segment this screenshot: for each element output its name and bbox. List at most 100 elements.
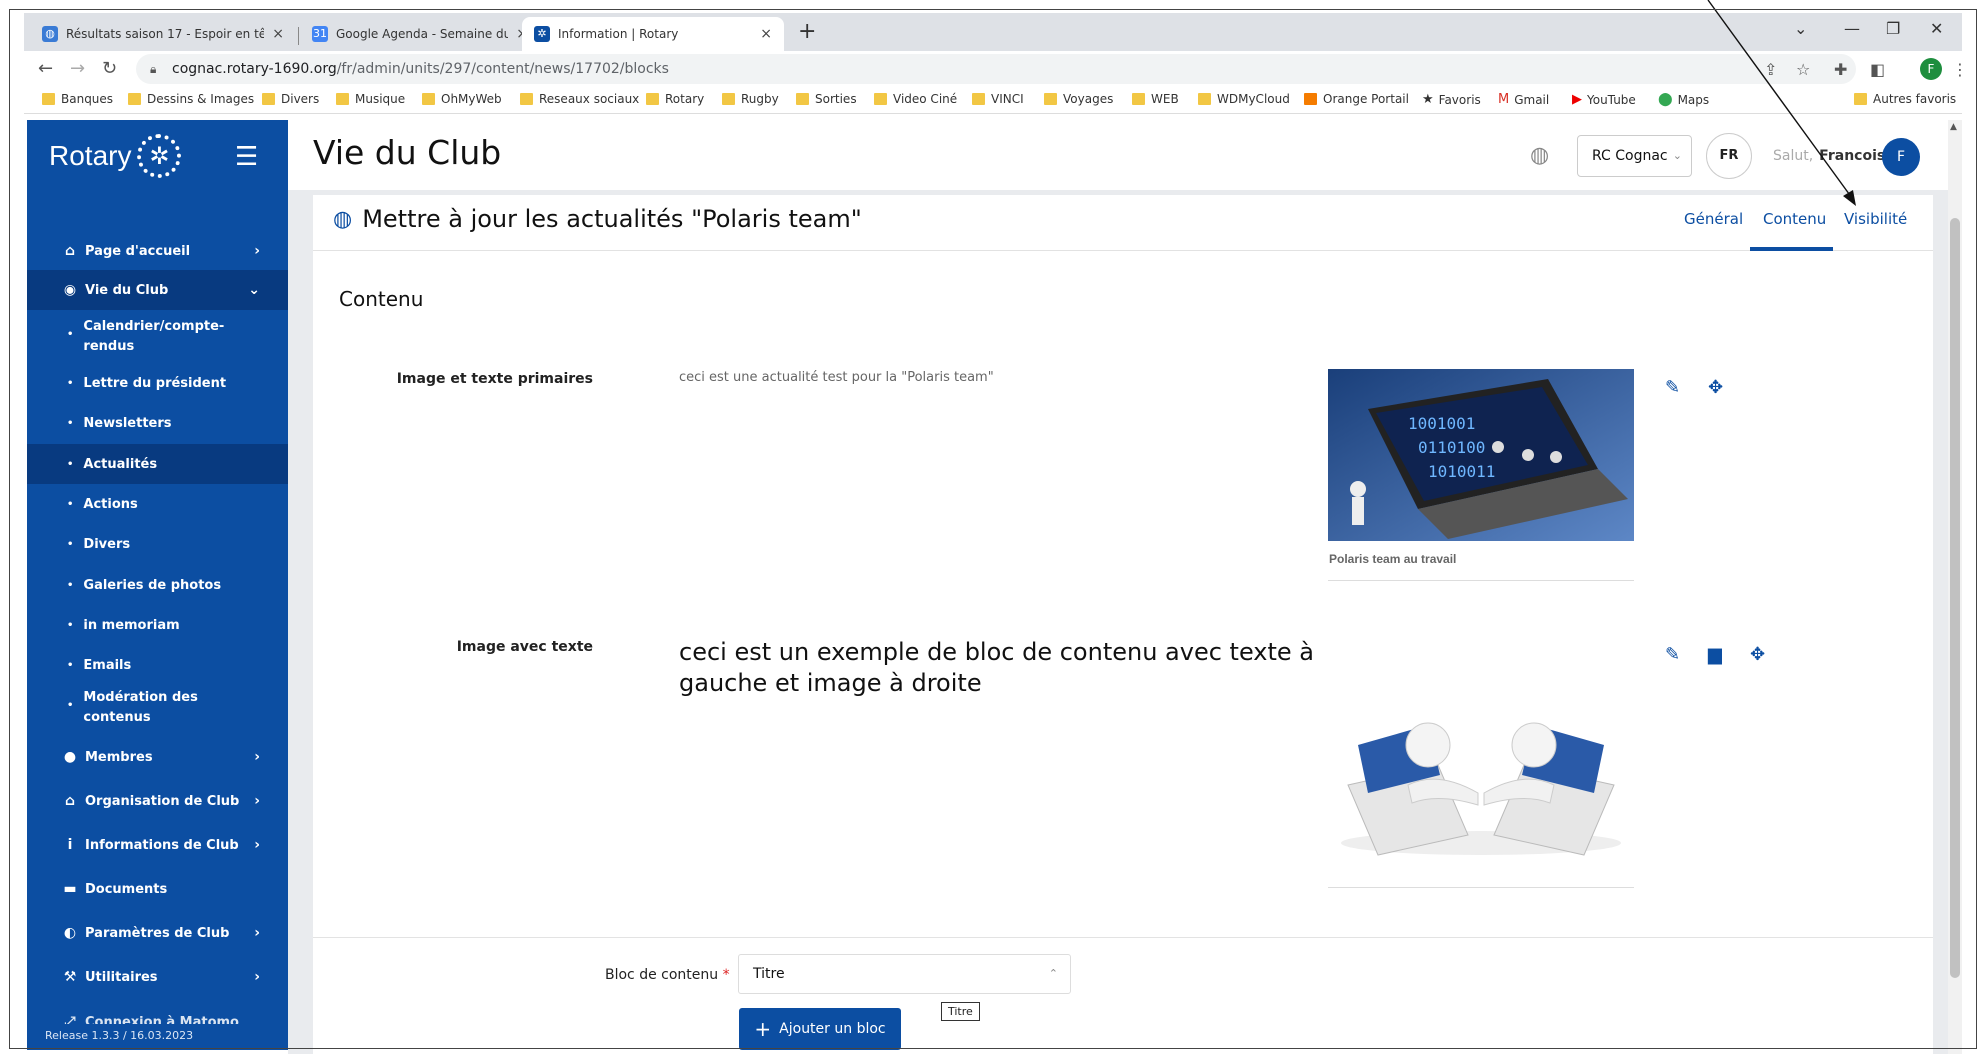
edit-icon[interactable]: ✎ <box>1665 644 1680 665</box>
rotary-favicon-icon: ✲ <box>534 26 550 42</box>
active-tab-indicator <box>1750 247 1833 251</box>
share-icon[interactable]: ⇪ <box>1764 60 1777 79</box>
folder-icon <box>520 93 533 105</box>
folder-icon: ▬ <box>63 881 77 897</box>
tab-contenu[interactable]: Contenu <box>1763 210 1826 228</box>
bookmark-folder[interactable]: WEB <box>1132 92 1179 106</box>
folder-icon <box>722 93 735 105</box>
sidebar-item-accueil[interactable]: ⌂ Page d'accueil › <box>27 236 288 266</box>
language-button[interactable]: FR <box>1706 133 1752 179</box>
bookmark-folder[interactable]: Video Ciné <box>874 92 957 106</box>
bookmark-folder[interactable]: Divers <box>262 92 319 106</box>
menu-kebab-icon[interactable]: ⋮ <box>1952 60 1968 79</box>
menu-toggle-icon[interactable]: ☰ <box>235 142 258 172</box>
extensions-icon[interactable]: ✚ <box>1834 60 1847 79</box>
page-scrollbar[interactable]: ▲ <box>1948 120 1962 1054</box>
browser-tab-resultats[interactable]: ◍ Résultats saison 17 - Espoir en tête × <box>30 17 296 51</box>
sidebar-item-emails[interactable]: • Emails <box>27 650 288 680</box>
bookmark-link[interactable]: M Gmail <box>1498 92 1549 107</box>
sidebar-item-actualites[interactable]: • Actualités <box>27 444 288 484</box>
bookmark-folder[interactable]: WDMyCloud <box>1198 92 1290 106</box>
back-icon[interactable]: ← <box>38 58 53 79</box>
close-tab-icon[interactable]: × <box>760 26 772 42</box>
rotary-logo[interactable]: Rotary ✲ <box>49 134 182 178</box>
add-block-button[interactable]: + Ajouter un bloc <box>739 1008 901 1050</box>
reload-icon[interactable]: ↻ <box>102 58 117 79</box>
bookmark-folder[interactable]: Rugby <box>722 92 779 106</box>
sidebar-item-utilitaires[interactable]: ⚒ Utilitaires › <box>27 962 288 992</box>
sidebar-item-lettre[interactable]: • Lettre du président <box>27 368 288 398</box>
bookmark-folder[interactable]: Rotary <box>646 92 704 106</box>
bookmark-folder[interactable]: Musique <box>336 92 405 106</box>
sidebar-item-actions[interactable]: • Actions <box>27 489 288 519</box>
svg-text:0110100: 0110100 <box>1418 438 1485 457</box>
chevron-right-icon: › <box>254 793 260 809</box>
chevron-right-icon: › <box>254 837 260 853</box>
browser-tab-agenda[interactable]: 31 Google Agenda - Semaine du 20 mars 20… <box>300 17 540 51</box>
sidebar-item-documents[interactable]: ▬ Documents <box>27 874 288 904</box>
star-icon[interactable]: ☆ <box>1796 60 1810 79</box>
rotary-wheel-icon: ✲ <box>137 134 182 178</box>
sidebar-item-informations[interactable]: i Informations de Club › <box>27 830 288 860</box>
forward-icon[interactable]: → <box>70 58 85 79</box>
bookmark-folder[interactable]: OhMyWeb <box>422 92 502 106</box>
folder-icon <box>422 93 435 105</box>
bookmark-folder[interactable]: Dessins & Images <box>128 92 254 106</box>
user-avatar[interactable]: F <box>1882 138 1920 176</box>
club-select[interactable]: RC Cognac ⌄ <box>1577 135 1692 177</box>
minimize-icon[interactable]: — <box>1844 19 1860 38</box>
move-icon[interactable]: ✥ <box>1750 644 1765 665</box>
block-label: Image avec texte <box>456 639 593 655</box>
bookmark-link[interactable]: ▶ YouTube <box>1572 92 1636 107</box>
bookmark-folder[interactable]: Banques <box>42 92 113 106</box>
folder-icon <box>262 93 275 105</box>
close-tab-icon[interactable]: × <box>272 26 284 42</box>
bookmark-folder[interactable]: ★ Favoris <box>1422 92 1481 107</box>
scroll-up-icon[interactable]: ▲ <box>1950 122 1957 132</box>
folder-icon <box>336 93 349 105</box>
move-icon[interactable]: ✥ <box>1708 377 1723 398</box>
plus-icon: + <box>754 1017 772 1041</box>
bookmark-folder[interactable]: Sorties <box>796 92 857 106</box>
tab-search-icon[interactable]: ⌄ <box>1794 19 1807 38</box>
wrench-icon: ⚒ <box>63 969 77 985</box>
folder-icon <box>128 93 141 105</box>
side-panel-icon[interactable]: ◧ <box>1870 60 1885 79</box>
bookmark-folder[interactable]: Voyages <box>1044 92 1113 106</box>
tab-general[interactable]: Général <box>1684 210 1743 228</box>
sidebar-item-moderation[interactable]: • Modération des contenus <box>27 688 288 730</box>
trash-icon[interactable]: ▆ <box>1708 644 1722 665</box>
new-tab-button[interactable]: + <box>798 19 816 44</box>
screenshot-frame: ◍ Résultats saison 17 - Espoir en tête ×… <box>0 0 1986 1054</box>
bookmark-link[interactable]: Orange Portail <box>1304 92 1409 106</box>
close-window-icon[interactable]: ✕ <box>1930 19 1943 38</box>
block-text: ceci est un exemple de bloc de contenu a… <box>679 638 1315 697</box>
sidebar-item-calendrier[interactable]: • Calendrier/compte-rendus <box>27 317 288 359</box>
browser-tab-rotary[interactable]: ✲ Information | Rotary × <box>522 17 784 51</box>
folder-icon <box>972 93 985 105</box>
restore-icon[interactable]: ❐ <box>1886 19 1900 38</box>
profile-avatar[interactable]: F <box>1920 58 1942 80</box>
sidebar-item-in-memoriam[interactable]: • in memoriam <box>27 610 288 640</box>
address-bar[interactable]: 🔒︎ cognac.rotary-1690.org/fr/admin/units… <box>136 54 1856 84</box>
sidebar-item-parametres[interactable]: ◐ Paramètres de Club › <box>27 918 288 948</box>
sidebar-item-galeries[interactable]: • Galeries de photos <box>27 570 288 600</box>
edit-icon[interactable]: ✎ <box>1665 377 1680 398</box>
bookmark-folder[interactable]: Reseaux sociaux <box>520 92 639 106</box>
info-icon: i <box>67 837 73 853</box>
url-path: /fr/admin/units/297/content/news/17702/b… <box>336 61 669 77</box>
sidebar-item-newsletters[interactable]: • Newsletters <box>27 408 288 438</box>
sidebar-item-vie-du-club[interactable]: ◉ Vie du Club ⌄ <box>27 270 288 310</box>
globe-icon[interactable]: ◍ <box>1530 143 1549 168</box>
scrollbar-thumb[interactable] <box>1950 218 1960 978</box>
sidebar-item-organisation[interactable]: ⌂ Organisation de Club › <box>27 786 288 816</box>
bookmark-folder[interactable]: VINCI <box>972 92 1024 106</box>
sidebar-item-divers[interactable]: • Divers <box>27 529 288 559</box>
bookmark-link[interactable]: ⬤ Maps <box>1658 92 1709 107</box>
sidebar-item-membres[interactable]: ● Membres › <box>27 742 288 772</box>
chevron-right-icon: › <box>254 925 260 941</box>
tab-visibilite[interactable]: Visibilité <box>1844 210 1907 228</box>
bloc-de-contenu-label: Bloc de contenu * <box>605 967 730 983</box>
bookmark-folder-other[interactable]: Autres favoris <box>1854 92 1956 106</box>
bloc-de-contenu-select[interactable]: Titre ⌃ <box>738 954 1071 994</box>
